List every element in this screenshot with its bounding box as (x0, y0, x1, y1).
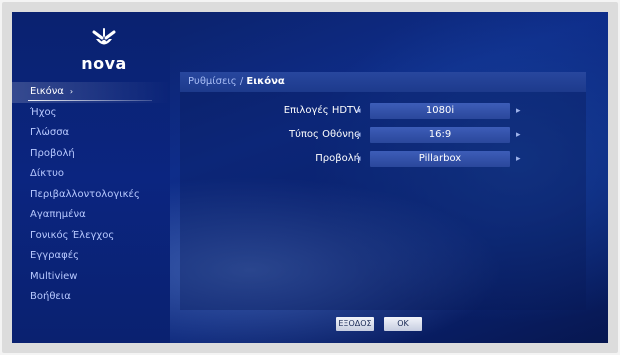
right-arrow-icon[interactable]: ▸ (516, 126, 521, 144)
settings-panel: Ρυθμίσεις / Εικόνα Επιλογές HDTV ◂ 1080i… (180, 72, 586, 310)
setting-label: Επιλογές HDTV (283, 105, 360, 116)
ok-button[interactable]: OK (384, 317, 422, 331)
sidebar-item-label: Εικόνα (30, 86, 64, 97)
right-arrow-icon: › (69, 87, 74, 96)
sidebar-item-language[interactable]: Γλώσσα (12, 123, 170, 144)
sidebar-item-label: Περιβαλλοντολογικές (30, 188, 140, 200)
left-arrow-icon[interactable]: ◂ (356, 102, 361, 120)
breadcrumb: Ρυθμίσεις / Εικόνα (188, 72, 285, 92)
sidebar-item-label: Γονικός Έλεγχος (30, 229, 115, 241)
sidebar-item-help[interactable]: Βοήθεια (12, 287, 170, 308)
breadcrumb-current: Εικόνα (246, 76, 285, 87)
sidebar-item-recordings[interactable]: Εγγραφές (12, 246, 170, 267)
setting-label: Τύπος Οθόνης (289, 129, 360, 140)
sidebar-item-label: Ήχος (30, 106, 57, 118)
sidebar-item-parental-control[interactable]: Γονικός Έλεγχος (12, 226, 170, 247)
sidebar-item-sound[interactable]: Ήχος (12, 103, 170, 124)
sidebar-item-label: Multiview (30, 270, 78, 282)
sidebar-item-display[interactable]: Προβολή (12, 144, 170, 165)
right-arrow-icon[interactable]: ▸ (516, 102, 521, 120)
breadcrumb-separator: / (236, 76, 247, 87)
sidebar-item-label: Βοήθεια (30, 291, 71, 302)
sidebar-item-picture[interactable]: Εικόνα › (12, 82, 170, 103)
sidebar-item-label: Εγγραφές (30, 250, 79, 261)
setting-row-display: Προβολή ◂ Pillarbox ▸ (180, 150, 586, 168)
sidebar-item-label: Αγαπημένα (30, 209, 86, 220)
sidebar-item-label: Προβολή (30, 147, 75, 159)
tv-screen: nova Εικόνα › Ήχος Γλώσσα Προβολή Δίκτυο (12, 12, 608, 343)
exit-button[interactable]: ΕΞΟΔΟΣ (336, 317, 374, 331)
setting-row-screen-type: Τύπος Οθόνης ◂ 16:9 ▸ (180, 126, 586, 144)
breadcrumb-bar: Ρυθμίσεις / Εικόνα (180, 72, 586, 92)
setting-value-screen-type[interactable]: 16:9 (370, 127, 510, 143)
logo-text: nova (81, 54, 127, 73)
sidebar-item-label: Γλώσσα (30, 127, 70, 138)
left-arrow-icon[interactable]: ◂ (356, 126, 361, 144)
setting-value-display[interactable]: Pillarbox (370, 151, 510, 167)
sidebar-item-environmental[interactable]: Περιβαλλοντολογικές (12, 185, 170, 206)
nova-logo-icon (92, 28, 116, 45)
sidebar-item-label: Δίκτυο (30, 168, 65, 179)
setting-row-hdtv: Επιλογές HDTV ◂ 1080i ▸ (180, 102, 586, 120)
sidebar-item-favorites[interactable]: Αγαπημένα (12, 205, 170, 226)
breadcrumb-root: Ρυθμίσεις (188, 76, 237, 87)
setting-value-hdtv[interactable]: 1080i (370, 103, 510, 119)
logo: nova (74, 26, 134, 74)
setting-label: Προβολή (315, 153, 360, 164)
sidebar-item-multiview[interactable]: Multiview (12, 267, 170, 288)
tv-frame: nova Εικόνα › Ήχος Γλώσσα Προβολή Δίκτυο (2, 2, 618, 353)
left-arrow-icon[interactable]: ◂ (356, 150, 361, 168)
sidebar: nova Εικόνα › Ήχος Γλώσσα Προβολή Δίκτυο (12, 12, 170, 343)
right-arrow-icon[interactable]: ▸ (516, 150, 521, 168)
sidebar-item-network[interactable]: Δίκτυο (12, 164, 170, 185)
sidebar-menu: Εικόνα › Ήχος Γλώσσα Προβολή Δίκτυο Περιβ… (12, 82, 170, 308)
